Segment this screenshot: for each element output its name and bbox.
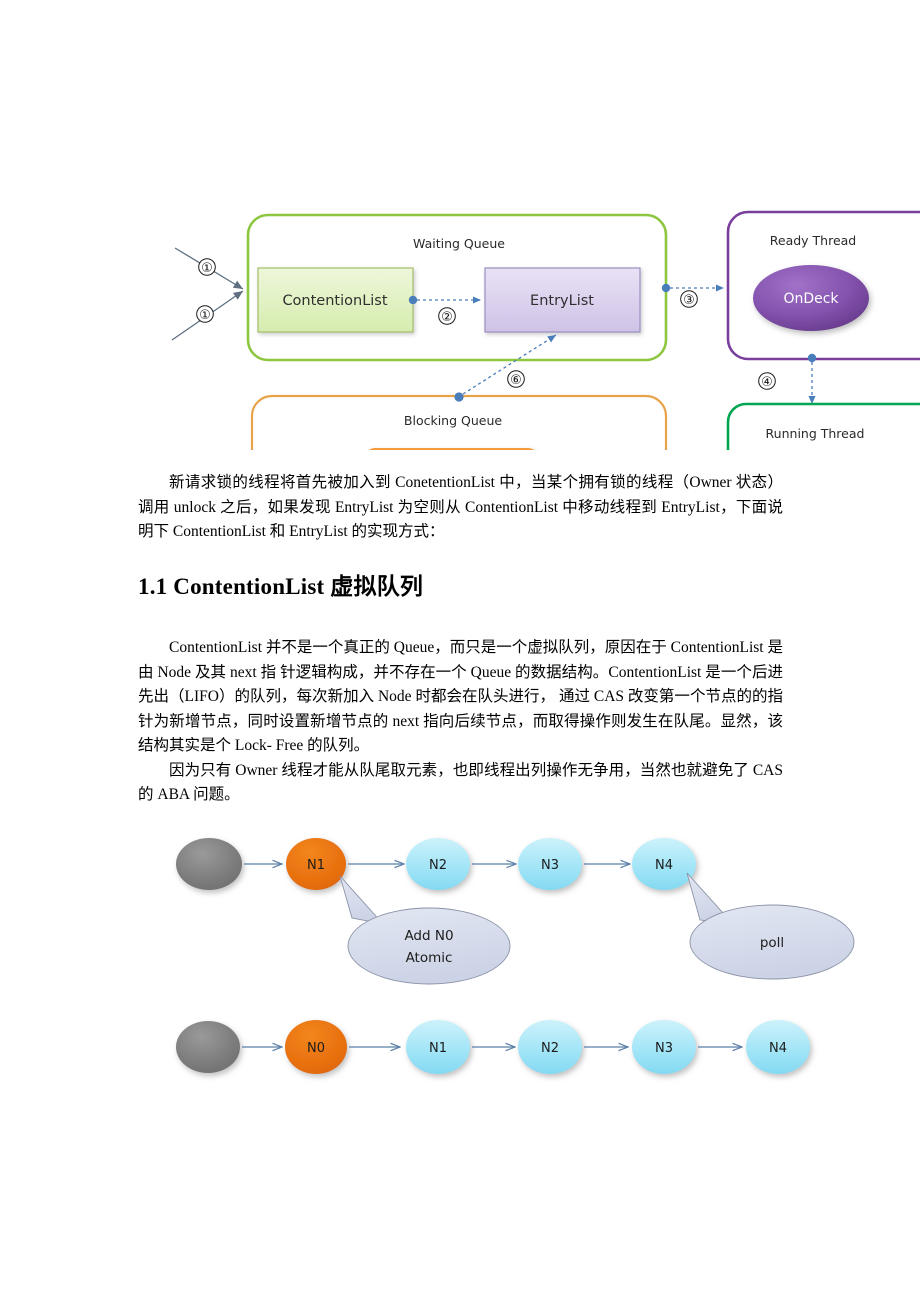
intro-text: 新请求锁的线程将首先被加入到 ConetentionList 中，当某个拥有锁的… (138, 474, 783, 540)
step-number-4: ④ (758, 372, 776, 390)
step-number-6: ⑥ (507, 370, 525, 388)
waiting-queue-title: Waiting Queue (413, 236, 505, 251)
body-text-2: 因为只有 Owner 线程才能从队尾取元素，也即线程出列操作无争用，当然也就避免… (138, 761, 783, 804)
box-wait-set (369, 448, 534, 450)
step-1b-label: ① (199, 308, 211, 323)
paragraph-intro: 新请求锁的线程将首先被加入到 ConetentionList 中，当某个拥有锁的… (138, 471, 783, 545)
node-row-bottom: N0 N1 N2 N3 N4 (176, 1020, 810, 1074)
node-top-2-label: N3 (541, 858, 559, 873)
panel-running-thread: Running Thread (726, 402, 920, 450)
step-number-1a: ① (198, 258, 216, 276)
node-row-top: N1 N2 N3 N4 (176, 838, 696, 890)
step-number-2: ② (438, 307, 456, 325)
head-node-top (176, 838, 242, 890)
node-top-1-label: N2 (429, 858, 447, 873)
node-bottom-3-label: N3 (655, 1041, 673, 1056)
contention-list-label: ContentionList (282, 293, 387, 309)
callout-poll-label: poll (760, 935, 784, 951)
callout-poll (686, 872, 855, 980)
head-node-bottom (176, 1021, 240, 1073)
step-2-label: ② (441, 310, 453, 325)
step-4-label: ④ (761, 375, 773, 390)
node-bottom-2-label: N2 (541, 1041, 559, 1056)
step-number-1b: ① (196, 305, 214, 323)
ready-thread-title: Ready Thread (770, 233, 857, 248)
thread-state-diagram: ① ① Waiting Queue ContentionList EntryLi… (0, 100, 920, 450)
step-1a-label: ① (201, 261, 213, 276)
running-thread-title: Running Thread (766, 426, 865, 441)
panel-blocking-queue: Blocking Queue (250, 394, 668, 450)
paragraph-body: ContentionList 并不是一个真正的 Queue，而只是一个虚拟队列，… (138, 636, 783, 808)
node-bottom-0-label: N0 (307, 1041, 325, 1056)
callout-add-line2: Atomic (406, 950, 453, 966)
node-top-0-label: N1 (307, 858, 325, 873)
on-deck-label: OnDeck (783, 291, 839, 307)
step-3-label: ③ (683, 293, 695, 308)
node-list-diagram: N1 N2 N3 N4 Add N0 Atomic poll N0 N1 N2 … (0, 818, 920, 1098)
node-bottom-4-label: N4 (769, 1041, 787, 1056)
entry-list-label: EntryList (530, 293, 594, 309)
body-text-1: ContentionList 并不是一个真正的 Queue，而只是一个虚拟队列，… (138, 639, 783, 754)
blocking-queue-title: Blocking Queue (404, 413, 502, 428)
step-number-3: ③ (680, 290, 698, 308)
connector-3 (661, 283, 724, 293)
section-heading-1-1: 1.1 ContentionList 虚拟队列 (138, 574, 424, 599)
connector-4 (807, 353, 817, 404)
step-6-label: ⑥ (510, 373, 522, 388)
callout-add-line1: Add N0 (404, 928, 453, 944)
node-bottom-1-label: N1 (429, 1041, 447, 1056)
node-top-3-label: N4 (655, 858, 673, 873)
